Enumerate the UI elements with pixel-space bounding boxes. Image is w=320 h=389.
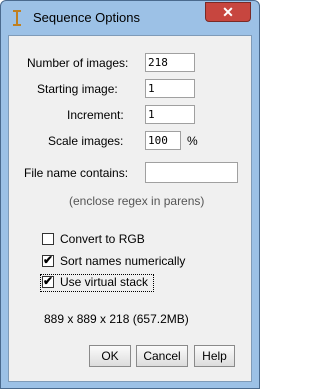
window-title: Sequence Options — [33, 10, 140, 25]
sort-numerically-checkbox[interactable]: ✔ — [42, 253, 54, 267]
regex-hint: (enclose regex in parens) — [69, 194, 205, 208]
stack-size-info: 889 x 889 x 218 (657.2MB) — [44, 312, 189, 326]
checkmark-icon: ✔ — [43, 274, 54, 288]
virtual-stack-label: Use virtual stack — [60, 275, 149, 289]
increment-input[interactable] — [145, 105, 195, 124]
ok-button[interactable]: OK — [89, 345, 131, 367]
checkmark-icon: ✔ — [43, 253, 54, 267]
imagej-icon — [13, 10, 21, 26]
num-images-label: Number of images: — [27, 56, 129, 70]
file-name-input[interactable] — [145, 162, 238, 183]
convert-rgb-checkbox[interactable] — [42, 233, 54, 245]
convert-rgb-label: Convert to RGB — [60, 232, 145, 246]
close-button[interactable]: ✕ — [205, 2, 251, 22]
file-name-label: File name contains: — [24, 166, 129, 180]
scale-images-input[interactable] — [145, 131, 181, 150]
increment-label: Increment: — [67, 108, 124, 122]
num-images-input[interactable] — [145, 53, 195, 72]
starting-image-label: Starting image: — [37, 82, 118, 96]
dialog-body: Number of images: Starting image: Increm… — [8, 35, 252, 382]
dialog-window: Sequence Options ✕ Number of images: Sta… — [0, 0, 260, 389]
sort-numerically-label: Sort names numerically — [60, 254, 186, 268]
help-button[interactable]: Help — [194, 345, 235, 367]
cancel-button[interactable]: Cancel — [136, 345, 188, 367]
virtual-stack-checkbox[interactable]: ✔ — [42, 274, 54, 288]
title-bar[interactable]: Sequence Options ✕ — [1, 1, 259, 35]
percent-unit: % — [187, 134, 198, 148]
scale-images-label: Scale images: — [48, 134, 124, 148]
starting-image-input[interactable] — [145, 79, 195, 98]
